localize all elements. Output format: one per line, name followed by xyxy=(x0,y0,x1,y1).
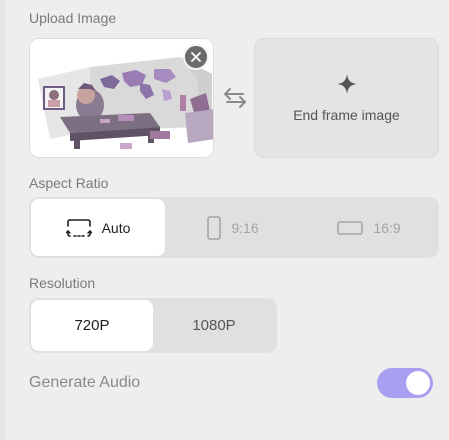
aspect-ratio-selector: Auto 9:16 16:9 xyxy=(29,197,439,258)
remove-image-button[interactable] xyxy=(183,44,209,70)
aspect-option-9-16[interactable]: 9:16 xyxy=(165,199,301,256)
aspect-option-label: 16:9 xyxy=(373,219,401,236)
toggle-knob xyxy=(406,371,430,395)
end-frame-upload[interactable]: End frame image xyxy=(254,38,439,158)
swap-frames-icon[interactable] xyxy=(221,86,249,110)
auto-aspect-icon xyxy=(65,218,92,237)
generate-audio-label: Generate Audio xyxy=(29,374,141,391)
generate-audio-toggle[interactable] xyxy=(377,368,433,398)
resolution-option-1080p[interactable]: 1080P xyxy=(153,300,275,351)
sparkle-icon xyxy=(336,74,357,94)
landscape-icon xyxy=(337,220,364,235)
resolution-label: Resolution xyxy=(29,275,96,291)
aspect-option-16-9[interactable]: 16:9 xyxy=(301,199,437,256)
resolution-selector: 720P 1080P xyxy=(29,298,277,353)
close-icon xyxy=(191,52,201,62)
aspect-option-auto[interactable]: Auto xyxy=(31,199,165,256)
aspect-option-label: Auto xyxy=(101,219,131,236)
portrait-icon xyxy=(207,215,222,240)
aspect-ratio-label: Aspect Ratio xyxy=(29,175,109,191)
upload-image-label: Upload Image xyxy=(29,10,117,26)
end-frame-label: End frame image xyxy=(293,107,400,123)
settings-panel: Upload Image End frame image Aspect Rati… xyxy=(5,0,449,440)
aspect-option-label: 9:16 xyxy=(231,219,259,236)
resolution-option-720p[interactable]: 720P xyxy=(31,300,153,351)
